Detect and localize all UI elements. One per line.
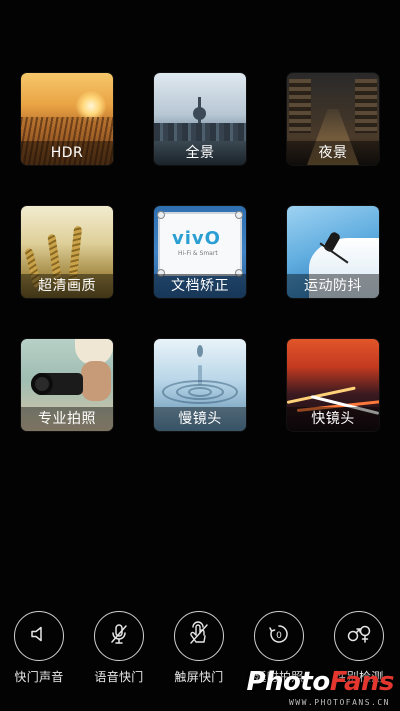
photofans-watermark: PhotoFans: [246, 667, 394, 697]
timer-icon: 0: [267, 622, 291, 650]
mode-label: 全景: [154, 141, 246, 165]
touch-off-icon: [187, 621, 211, 651]
mode-label: 文档矫正: [154, 274, 246, 298]
timer-button[interactable]: 0: [254, 611, 304, 661]
mode-label: 慢镜头: [154, 407, 246, 431]
mode-tile-slow-motion[interactable]: 慢镜头: [154, 339, 246, 431]
mode-tile-night[interactable]: 夜景: [287, 73, 379, 165]
microphone-off-icon: [108, 622, 130, 650]
svg-text:0: 0: [276, 631, 282, 641]
mode-tile-panorama[interactable]: 全景: [154, 73, 246, 165]
watermark-url: WWW.PHOTOFANS.CN: [288, 698, 390, 707]
tool-label: 语音快门: [94, 670, 144, 684]
mode-tile-pro[interactable]: 专业拍照: [21, 339, 113, 431]
shutter-sound-button[interactable]: [14, 611, 64, 661]
touch-shutter-button[interactable]: [174, 611, 224, 661]
logo-subtitle: Hi-Fi & Smart: [178, 250, 218, 257]
mode-tile-hdr[interactable]: HDR: [21, 73, 113, 165]
gender-detect-button[interactable]: [334, 611, 384, 661]
mode-label: HDR: [21, 141, 113, 165]
mode-tile-fast-motion[interactable]: 快镜头: [287, 339, 379, 431]
mode-tile-anti-shake[interactable]: 运动防抖: [287, 206, 379, 298]
mode-label: 超清画质: [21, 274, 113, 298]
speaker-icon: [28, 623, 50, 649]
tool-label: 触屏快门: [174, 670, 224, 684]
mode-tile-ultra-hd[interactable]: 超清画质: [21, 206, 113, 298]
voice-shutter-toggle[interactable]: 语音快门: [92, 611, 146, 685]
vivo-logo: vivO: [172, 228, 221, 249]
mode-label: 运动防抖: [287, 274, 379, 298]
voice-shutter-button[interactable]: [94, 611, 144, 661]
mode-label: 夜景: [287, 141, 379, 165]
touch-shutter-toggle[interactable]: 触屏快门: [172, 611, 226, 685]
gender-icon: [346, 623, 372, 649]
mode-tile-doc-correct[interactable]: vivO Hi-Fi & Smart 文档矫正: [154, 206, 246, 298]
tool-label: 快门声音: [14, 670, 64, 684]
mode-label: 快镜头: [287, 407, 379, 431]
mode-label: 专业拍照: [21, 407, 113, 431]
shutter-sound-toggle[interactable]: 快门声音: [12, 611, 66, 685]
